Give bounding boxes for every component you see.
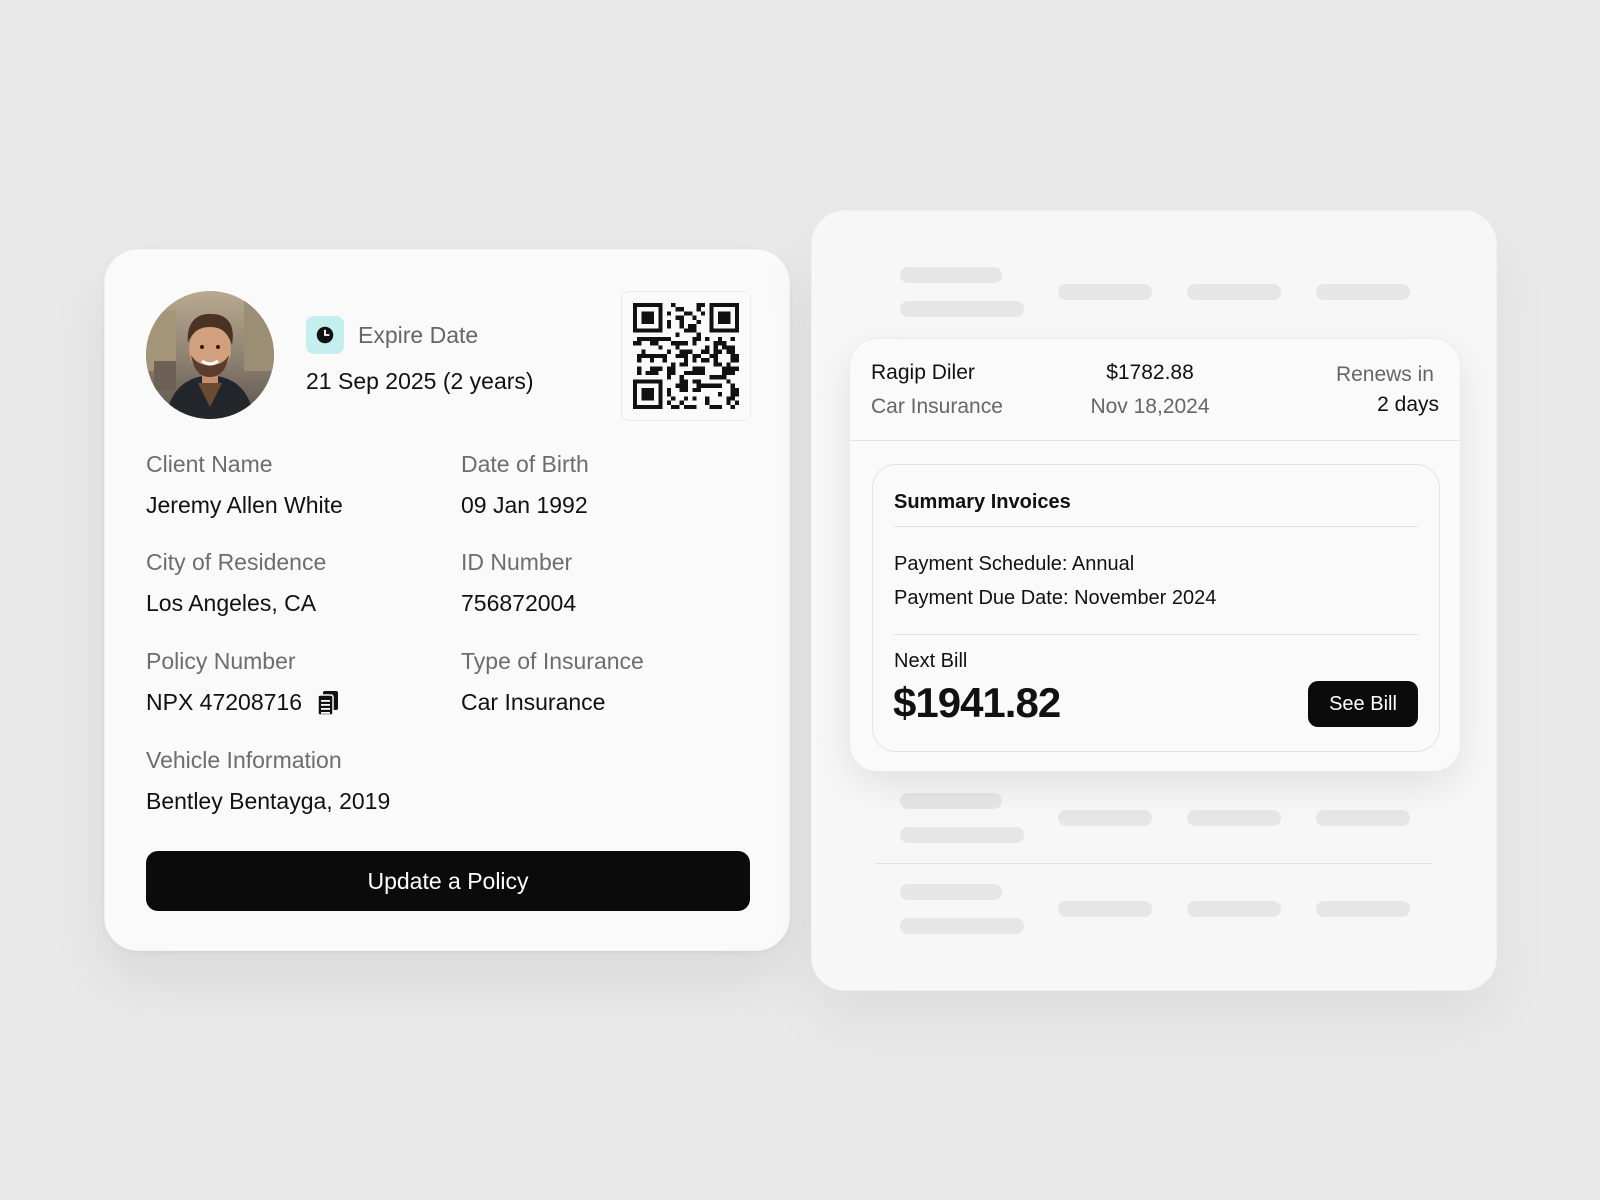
payment-schedule: Payment Schedule: Annual xyxy=(894,553,1135,575)
next-bill-amount: $1941.82 xyxy=(893,679,1061,726)
policy-number-label: Policy Number xyxy=(146,648,296,674)
skeleton-bar xyxy=(1316,810,1410,826)
skeleton-bar xyxy=(900,793,1002,809)
client-name-field: Client Name Jeremy Allen White xyxy=(146,451,343,519)
policy-card: Expire Date 21 Sep 2025 (2 years) Client… xyxy=(104,249,790,951)
divider xyxy=(894,634,1418,635)
policy-date: Nov 18,2024 xyxy=(1090,395,1210,418)
policy-number-row: NPX 47208716 xyxy=(146,689,340,716)
clock-icon xyxy=(306,316,344,354)
skeleton-bar xyxy=(1187,284,1281,300)
policy-type: Car Insurance xyxy=(871,395,1003,418)
summary-title: Summary Invoices xyxy=(894,491,1071,513)
skeleton-bar xyxy=(1187,810,1281,826)
skeleton-bar xyxy=(900,827,1024,843)
skeleton-bar xyxy=(1187,901,1281,917)
see-bill-button[interactable]: See Bill xyxy=(1308,681,1418,727)
renews-label: Renews in xyxy=(1335,363,1434,386)
vehicle-label: Vehicle Information xyxy=(146,747,342,773)
city-value: Los Angeles, CA xyxy=(146,590,317,616)
policy-row-header: Ragip Diler Car Insurance $1782.88 Nov 1… xyxy=(850,339,1460,441)
update-policy-button[interactable]: Update a Policy xyxy=(146,851,750,911)
payment-due-date: Payment Due Date: November 2024 xyxy=(894,587,1217,609)
vehicle-field: Vehicle Information Bentley Bentayga, 20… xyxy=(146,747,390,815)
client-name-label: Client Name xyxy=(146,451,273,477)
row-divider xyxy=(876,863,1432,864)
client-name-value: Jeremy Allen White xyxy=(146,492,343,518)
policy-number-field: Policy Number NPX 47208716 xyxy=(146,648,340,716)
insurance-type-label: Type of Insurance xyxy=(461,648,644,674)
expire-date-block: Expire Date 21 Sep 2025 (2 years) xyxy=(306,316,534,395)
skeleton-bar xyxy=(900,918,1024,934)
policy-amount: $1782.88 xyxy=(1106,361,1194,384)
qr-code[interactable] xyxy=(621,291,751,421)
skeleton-bar xyxy=(900,267,1002,283)
copy-icon[interactable] xyxy=(316,690,340,716)
divider xyxy=(894,526,1418,527)
date-of-birth-value: 09 Jan 1992 xyxy=(461,492,588,518)
insurance-type-value: Car Insurance xyxy=(461,689,606,715)
skeleton-bar xyxy=(1316,284,1410,300)
renews-value: 2 days xyxy=(1377,393,1439,416)
city-field: City of Residence Los Angeles, CA xyxy=(146,549,326,617)
expanded-policy-row[interactable]: Ragip Diler Car Insurance $1782.88 Nov 1… xyxy=(849,338,1461,772)
qr-code-icon xyxy=(633,303,739,409)
skeleton-bar xyxy=(1058,284,1152,300)
avatar-image xyxy=(146,291,274,419)
skeleton-bar xyxy=(1058,810,1152,826)
skeleton-bar xyxy=(900,301,1024,317)
avatar xyxy=(146,291,274,419)
policy-holder-name: Ragip Diler xyxy=(871,361,975,384)
insurance-type-field: Type of Insurance Car Insurance xyxy=(461,648,644,716)
vehicle-value: Bentley Bentayga, 2019 xyxy=(146,788,391,814)
expire-date-value: 21 Sep 2025 (2 years) xyxy=(306,368,534,394)
id-number-field: ID Number 756872004 xyxy=(461,549,576,617)
stage: Expire Date 21 Sep 2025 (2 years) Client… xyxy=(0,0,1600,1200)
skeleton-bar xyxy=(1058,901,1152,917)
policy-number-value: NPX 47208716 xyxy=(146,689,303,715)
id-number-label: ID Number xyxy=(461,549,573,575)
summary-invoices-box: Summary Invoices Payment Schedule: Annua… xyxy=(872,464,1440,752)
skeleton-bar xyxy=(900,884,1002,900)
date-of-birth-label: Date of Birth xyxy=(461,451,589,477)
expire-date-label: Expire Date xyxy=(358,321,479,348)
skeleton-bar xyxy=(1316,901,1410,917)
next-bill-label: Next Bill xyxy=(894,650,968,672)
id-number-value: 756872004 xyxy=(461,590,577,616)
city-label: City of Residence xyxy=(146,549,327,575)
date-of-birth-field: Date of Birth 09 Jan 1992 xyxy=(461,451,589,519)
